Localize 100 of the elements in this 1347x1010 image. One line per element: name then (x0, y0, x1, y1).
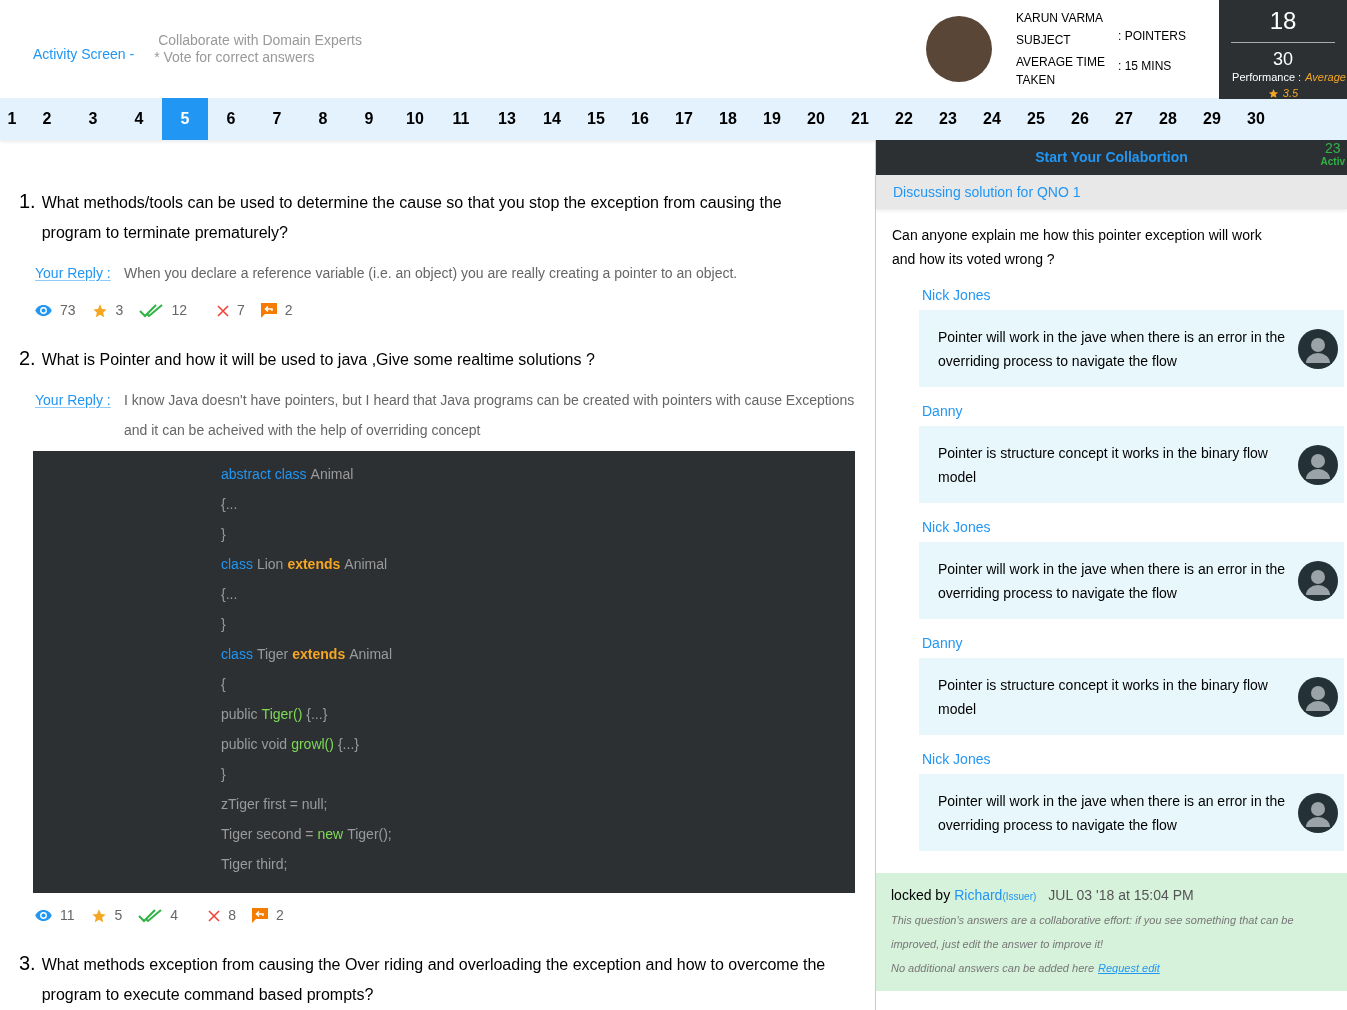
code-token: Tiger third; (221, 855, 288, 874)
question-number-tab[interactable]: 6 (208, 98, 254, 140)
question-number-tab[interactable]: 13 (484, 98, 530, 140)
reply-text: When you declare a reference variable (i.e. an object) you are really creating a pointer to an object. (124, 264, 738, 283)
code-token: {...} (337, 735, 359, 754)
message-text: Pointer will work in the jave when there is an error in the overriding process to navigate the flow (938, 559, 1287, 603)
topic-text: Discussing solution for QNO 1 (893, 182, 1081, 202)
hint-text: * Vote for correct answers (154, 49, 316, 66)
avatar-icon (1298, 792, 1338, 833)
question-number-tab[interactable]: 22 (882, 98, 926, 140)
question-number-tab[interactable]: 10 (392, 98, 438, 140)
question-number-tab[interactable]: 19 (750, 98, 794, 140)
stat-count: 8 (228, 906, 236, 925)
question-number-tab[interactable]: 15 (574, 98, 618, 140)
message-text: Pointer will work in the jave when there is an error in the overriding process to navigate the flow (938, 327, 1287, 371)
locked-label: locked by (891, 886, 951, 905)
active-count: 23 (1325, 141, 1341, 155)
code-token: public (221, 705, 258, 724)
question-number-tab[interactable]: 4 (116, 98, 162, 140)
info-value: : 15 MINS (1118, 58, 1173, 75)
stat-count: 11 (60, 906, 75, 925)
code-token: } (221, 615, 226, 634)
avatar-icon (1298, 444, 1338, 485)
message-author: Danny (922, 402, 963, 421)
reply-text: I know Java doesn't have pointers, but I heard that Java programs can be created with pointers with cause Exceptions and it can be acheived with the help of overriding concept (124, 391, 855, 440)
score-value: 30 (1273, 48, 1293, 69)
stat-count: 73 (60, 301, 76, 320)
question-number-tab[interactable]: 23 (926, 98, 970, 140)
question-number-tab[interactable]: 20 (794, 98, 838, 140)
message-author: Nick Jones (922, 286, 991, 305)
user-name: KARUN VARMA (1016, 10, 1105, 27)
closed-note: No additional answers can be added here (891, 961, 1095, 976)
code-token: Tiger second = (221, 825, 314, 844)
question-number-tab[interactable]: 1 (0, 98, 24, 140)
performance-label: Performance : (1232, 69, 1302, 85)
code-token: Animal (310, 465, 354, 484)
question-number: 3. (19, 951, 36, 976)
message-text: Pointer is structure concept it works in the binary flow model (938, 443, 1269, 487)
star-icon (91, 302, 108, 319)
reply-flag-icon (251, 908, 268, 923)
question-number-tab[interactable]: 17 (662, 98, 706, 140)
question-number-tab[interactable]: 14 (530, 98, 574, 140)
code-token: Tiger(); (347, 825, 392, 844)
question-number-tab[interactable]: 8 (300, 98, 346, 140)
code-token: Lion (256, 555, 284, 574)
code-token: } (221, 765, 226, 784)
question-number-tab[interactable]: 25 (1014, 98, 1058, 140)
code-token: public void (221, 735, 288, 754)
message-text: Pointer will work in the jave when there is an error in the overriding process to navigate the flow (938, 791, 1287, 835)
stat-count: 5 (114, 906, 123, 925)
question-number-tab[interactable]: 3 (70, 98, 116, 140)
question-number-tab[interactable]: 18 (706, 98, 750, 140)
question-number-tab[interactable]: 26 (1058, 98, 1102, 140)
message-author: Nick Jones (922, 750, 991, 769)
message-text: Pointer is structure concept it works in the binary flow model (938, 675, 1269, 719)
code-token: {... (221, 495, 238, 514)
stat-count: 12 (171, 301, 187, 320)
message-author: Nick Jones (922, 518, 991, 537)
question-number: 1. (19, 189, 36, 214)
eye-icon (35, 910, 52, 921)
question-number-tab[interactable]: 28 (1146, 98, 1190, 140)
role-label: (Issuer) (1002, 891, 1037, 904)
code-token: abstract class (221, 465, 307, 484)
code-token: growl() (291, 735, 334, 754)
code-token: {... (221, 585, 238, 604)
question-number-tab[interactable]: 11 (438, 98, 484, 140)
question-number-tab[interactable]: 27 (1102, 98, 1146, 140)
question-text: What is Pointer and how it will be used to java ,Give some realtime solutions ? (41, 350, 596, 370)
stat-count: 7 (236, 301, 245, 320)
eye-icon (35, 305, 52, 316)
double-check-icon (139, 303, 164, 318)
question-number: 2. (19, 346, 36, 371)
question-number-tab[interactable]: 21 (838, 98, 882, 140)
discussion-question: Can anyone explain me how this pointer exception will work and how its voted wrong ? (891, 226, 1263, 269)
question-number-tab[interactable]: 7 (254, 98, 300, 140)
avatar-icon (1298, 676, 1338, 717)
question-number-tab[interactable]: 24 (970, 98, 1014, 140)
question-number-tab[interactable]: 9 (346, 98, 392, 140)
reply-flag-icon (260, 303, 277, 318)
code-token: zTiger first = null; (221, 795, 328, 814)
question-text: What methods/tools can be used to determine the cause so that you stop the exception from causing the program to terminate prematurely? (41, 193, 783, 243)
question-number-tab[interactable]: 2 (24, 98, 70, 140)
avatar-icon (1298, 328, 1338, 369)
question-number-tab[interactable]: 29 (1190, 98, 1234, 140)
performance-value: Average (1305, 69, 1346, 85)
avatar-icon (1298, 560, 1338, 601)
subtitle: Collaborate with Domain Experts (158, 32, 362, 49)
score-value: 18 (1269, 5, 1297, 36)
question-number-tab[interactable]: 16 (618, 98, 662, 140)
cross-icon (216, 304, 229, 317)
active-label: Activ (1320, 155, 1345, 169)
star-icon (1267, 87, 1279, 99)
question-number-tab[interactable]: 30 (1234, 98, 1278, 140)
code-token: extends (287, 555, 341, 574)
code-token: } (221, 525, 226, 544)
stat-count: 4 (170, 906, 179, 925)
code-token: class (221, 555, 253, 574)
stat-count: 2 (284, 301, 293, 320)
lock-note: This question's answers are a collaborative effort: if you see something that can be improved, just edit the answer to improve it! (891, 913, 1295, 952)
code-token: {...} (306, 705, 328, 724)
